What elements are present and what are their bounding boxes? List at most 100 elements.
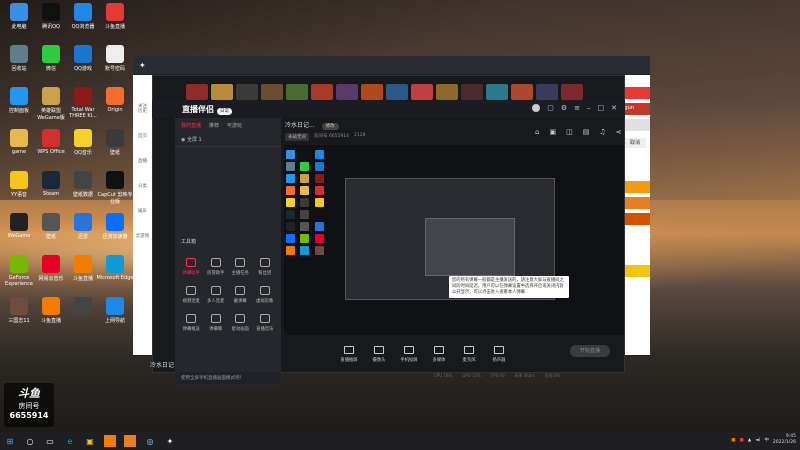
host-nav-item[interactable]: 分类: [133, 178, 152, 203]
tray-icon-2[interactable]: ■: [739, 438, 743, 443]
desktop-icon[interactable]: 斗鱼直播: [96, 3, 134, 30]
brand-logo: 斗鱼: [18, 387, 40, 400]
app-taskbar-icon[interactable]: ✦: [164, 435, 176, 447]
avatar[interactable]: [532, 104, 541, 112]
host-nav-item[interactable]: 关注: [133, 75, 152, 109]
tool-icon: [235, 258, 246, 267]
app-logo: 直播伴侣 日常: [182, 104, 232, 115]
tool-item[interactable]: 弹幕助手: [179, 258, 204, 276]
tool-item[interactable]: 视频连麦: [179, 286, 204, 304]
panel-tabs: 我的直播 推荐 可游玩: [175, 118, 281, 133]
douyu-taskbar-icon-2[interactable]: [124, 435, 136, 447]
tool-item[interactable]: 弹幕聊: [204, 314, 229, 332]
side-button[interactable]: 取消: [624, 138, 646, 148]
clock[interactable]: 9:45 2022/1/26: [773, 434, 796, 446]
desktop-icon[interactable]: 账号密码: [96, 45, 134, 72]
desktop-app-icon: [10, 45, 28, 63]
volume-icon[interactable]: ◄): [755, 438, 760, 443]
store-taskbar-icon[interactable]: ▣: [84, 435, 96, 447]
control-button[interactable]: 摄像头: [364, 346, 394, 363]
desktop-icon-label: Origin: [107, 107, 123, 113]
tool-item[interactable]: 截弹幕: [228, 286, 253, 304]
desktop-icon[interactable]: 迅游加速器: [96, 213, 134, 240]
desktop-icon[interactable]: Microsoft Edge: [96, 255, 134, 281]
bell-icon[interactable]: ♫: [599, 128, 605, 136]
tool-icon: [186, 258, 197, 267]
control-icon: [494, 346, 504, 354]
tool-item[interactable]: 主播任务: [228, 258, 253, 276]
tool-item[interactable]: 直播音乐: [253, 314, 278, 332]
panel-tab[interactable]: 我的直播: [181, 122, 201, 129]
control-button[interactable]: 麦克风: [454, 346, 484, 363]
control-label: 多媒体: [432, 358, 446, 363]
desktop-icon[interactable]: 壁纸: [96, 129, 134, 156]
control-button[interactable]: 直播推屏: [334, 346, 364, 363]
desktop-app-icon: [74, 213, 92, 231]
control-button[interactable]: 扬声器: [484, 346, 514, 363]
desktop-icon[interactable]: Origin: [96, 87, 134, 113]
tool-icon: [259, 314, 270, 323]
room-label: 房间号: [18, 402, 40, 410]
gift-icon[interactable]: ◫: [566, 128, 573, 136]
tool-item[interactable]: 弹幕推送: [179, 314, 204, 332]
scene-item[interactable]: ◉ 全屏 1: [175, 133, 281, 147]
game-icon-strip: [186, 84, 583, 100]
desktop-app-icon: [106, 213, 124, 231]
tray-icon-1[interactable]: ■: [731, 438, 735, 443]
windows-start-icon[interactable]: ⊞: [4, 435, 16, 447]
panel-tab[interactable]: 推荐: [209, 122, 219, 129]
tool-label: 直播音乐: [256, 327, 274, 332]
host-nav-item[interactable]: 直播: [133, 153, 152, 178]
desktop-app-icon: [42, 171, 60, 189]
edit-button[interactable]: 修改: [321, 123, 339, 130]
tool-item[interactable]: 房管助手: [204, 258, 229, 276]
room-id-overlay: 斗鱼 房间号 6655914: [4, 383, 54, 427]
desktop-icon[interactable]: 上网导航: [96, 297, 134, 324]
edge-taskbar-icon[interactable]: e: [64, 435, 76, 447]
settings-icon[interactable]: ⚙: [561, 104, 567, 112]
tool-item[interactable]: 虚拟形象: [253, 286, 278, 304]
desktop-app-icon: [74, 129, 92, 147]
desktop-app-icon: [10, 255, 28, 273]
menu-icon[interactable]: ≡: [574, 104, 580, 112]
tool-item[interactable]: 多人连麦: [204, 286, 229, 304]
control-button[interactable]: 多媒体: [424, 346, 454, 363]
desktop-icon[interactable]: CapCut 剪映专业版: [96, 171, 134, 205]
lock-icon[interactable]: ▤: [583, 128, 590, 136]
host-nav-item[interactable]: 云游戏: [133, 228, 152, 253]
category-chip[interactable]: 永劫无间: [285, 133, 309, 141]
control-label: 摄像头: [372, 358, 386, 363]
tool-label: 虚拟形象: [256, 299, 274, 304]
tool-icon: [235, 286, 246, 295]
status-bar: CPU 18% GPU 32% FPS 60 码率 0kb/s 丢帧 0%: [284, 373, 624, 381]
desktop-icon-label: 斗鱼直播: [104, 24, 125, 30]
douyu-taskbar-icon[interactable]: [104, 435, 116, 447]
control-button[interactable]: 手机投屏: [394, 346, 424, 363]
host-nav-item[interactable]: 首页: [133, 128, 152, 153]
message-icon[interactable]: ▢: [547, 104, 554, 112]
task-view-icon[interactable]: ▭: [44, 435, 56, 447]
share-out-icon[interactable]: ⋖: [616, 128, 622, 136]
share-icon[interactable]: ⌂: [535, 128, 539, 136]
host-right-panel: [624, 75, 650, 355]
control-label: 麦克风: [462, 358, 476, 363]
tool-item[interactable]: 星动画面: [228, 314, 253, 332]
maximize-icon[interactable]: □: [598, 104, 605, 112]
status-item: 丢帧 0%: [544, 373, 561, 378]
panel-tab[interactable]: 可游玩: [227, 122, 242, 129]
layout-icon[interactable]: ▣: [549, 128, 556, 136]
network-icon[interactable]: ▲: [748, 438, 751, 443]
host-nav-item[interactable]: 娱乐: [133, 203, 152, 228]
search-icon[interactable]: ○: [24, 435, 36, 447]
taskbar: ⊞ ○ ▭ e ▣ ◎ ✦ ■ ■ ▲ ◄) 中 9:45 2022/1/26: [0, 432, 800, 450]
status-item: FPS 60: [490, 373, 505, 378]
ime-icon[interactable]: 中: [764, 437, 769, 443]
start-live-button[interactable]: 开始直播: [570, 345, 610, 357]
tool-item[interactable]: 粉丝团: [253, 258, 278, 276]
steam-taskbar-icon[interactable]: ◎: [144, 435, 156, 447]
preview-desktop-icons: [286, 150, 326, 255]
minimize-icon[interactable]: –: [587, 104, 591, 112]
close-icon[interactable]: ✕: [611, 104, 617, 112]
desktop-icon-label: 账号密码: [104, 66, 125, 72]
eye-icon[interactable]: ◉: [181, 137, 185, 143]
